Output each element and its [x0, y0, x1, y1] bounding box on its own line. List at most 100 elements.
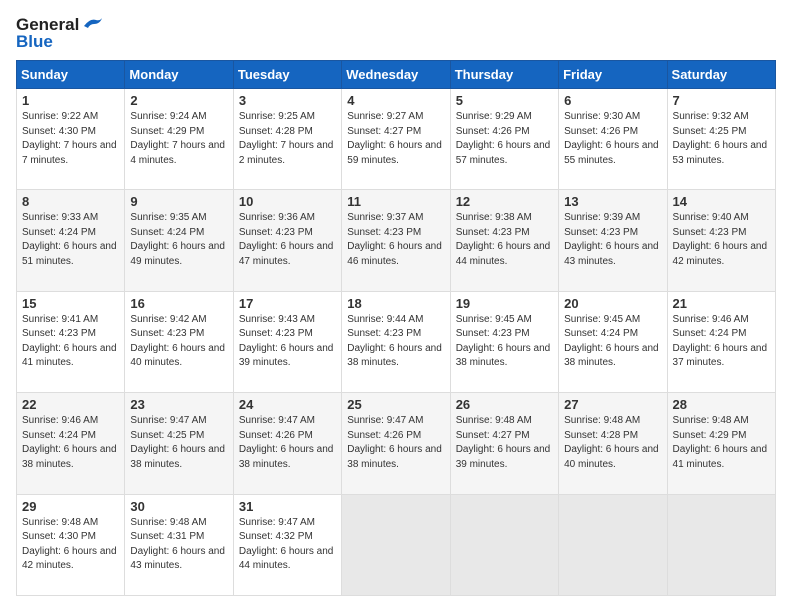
day-number: 1	[22, 93, 119, 108]
logo-text-block: General Blue	[16, 16, 104, 50]
day-number: 10	[239, 194, 336, 209]
day-info: Sunrise: 9:47 AM Sunset: 4:25 PM Dayligh…	[130, 414, 227, 472]
day-info: Sunrise: 9:48 AM Sunset: 4:30 PM Dayligh…	[22, 516, 119, 574]
calendar-cell: 8 Sunrise: 9:33 AM Sunset: 4:24 PM Dayli…	[17, 190, 125, 291]
header-friday: Friday	[559, 61, 667, 89]
sunset-label: Sunset: 4:26 PM	[239, 430, 313, 441]
sunset-label: Sunset: 4:23 PM	[22, 328, 96, 339]
sunrise-label: Sunrise: 9:45 AM	[564, 314, 640, 325]
calendar-cell: 2 Sunrise: 9:24 AM Sunset: 4:29 PM Dayli…	[125, 89, 233, 190]
logo-general: General	[16, 16, 104, 33]
header-monday: Monday	[125, 61, 233, 89]
sunrise-label: Sunrise: 9:42 AM	[130, 314, 206, 325]
daylight-label: Daylight: 6 hours and 47 minutes.	[239, 241, 334, 267]
calendar-cell	[667, 494, 775, 595]
daylight-label: Daylight: 6 hours and 43 minutes.	[564, 241, 659, 267]
sunset-label: Sunset: 4:31 PM	[130, 531, 204, 542]
daylight-label: Daylight: 6 hours and 38 minutes.	[347, 343, 442, 369]
sunset-label: Sunset: 4:28 PM	[564, 430, 638, 441]
daylight-label: Daylight: 6 hours and 41 minutes.	[673, 444, 768, 470]
calendar-cell	[450, 494, 558, 595]
daylight-label: Daylight: 7 hours and 2 minutes.	[239, 140, 334, 166]
sunset-label: Sunset: 4:27 PM	[347, 126, 421, 137]
daylight-label: Daylight: 6 hours and 59 minutes.	[347, 140, 442, 166]
logo-blue: Blue	[16, 33, 104, 50]
day-info: Sunrise: 9:45 AM Sunset: 4:23 PM Dayligh…	[456, 313, 553, 371]
day-info: Sunrise: 9:29 AM Sunset: 4:26 PM Dayligh…	[456, 110, 553, 168]
calendar-week-row: 15 Sunrise: 9:41 AM Sunset: 4:23 PM Dayl…	[17, 291, 776, 392]
day-info: Sunrise: 9:48 AM Sunset: 4:29 PM Dayligh…	[673, 414, 770, 472]
calendar-cell: 12 Sunrise: 9:38 AM Sunset: 4:23 PM Dayl…	[450, 190, 558, 291]
sunrise-label: Sunrise: 9:48 AM	[456, 415, 532, 426]
sunset-label: Sunset: 4:23 PM	[130, 328, 204, 339]
day-info: Sunrise: 9:46 AM Sunset: 4:24 PM Dayligh…	[673, 313, 770, 371]
sunrise-label: Sunrise: 9:36 AM	[239, 212, 315, 223]
daylight-label: Daylight: 6 hours and 39 minutes.	[456, 444, 551, 470]
calendar-cell	[559, 494, 667, 595]
day-info: Sunrise: 9:32 AM Sunset: 4:25 PM Dayligh…	[673, 110, 770, 168]
calendar-cell: 25 Sunrise: 9:47 AM Sunset: 4:26 PM Dayl…	[342, 393, 450, 494]
daylight-label: Daylight: 6 hours and 42 minutes.	[673, 241, 768, 267]
day-number: 31	[239, 499, 336, 514]
daylight-label: Daylight: 6 hours and 38 minutes.	[239, 444, 334, 470]
day-number: 15	[22, 296, 119, 311]
day-info: Sunrise: 9:48 AM Sunset: 4:28 PM Dayligh…	[564, 414, 661, 472]
header-tuesday: Tuesday	[233, 61, 341, 89]
daylight-label: Daylight: 6 hours and 38 minutes.	[130, 444, 225, 470]
sunset-label: Sunset: 4:23 PM	[456, 328, 530, 339]
calendar-week-row: 29 Sunrise: 9:48 AM Sunset: 4:30 PM Dayl…	[17, 494, 776, 595]
sunset-label: Sunset: 4:26 PM	[347, 430, 421, 441]
day-number: 20	[564, 296, 661, 311]
calendar-cell: 9 Sunrise: 9:35 AM Sunset: 4:24 PM Dayli…	[125, 190, 233, 291]
calendar-cell: 30 Sunrise: 9:48 AM Sunset: 4:31 PM Dayl…	[125, 494, 233, 595]
day-info: Sunrise: 9:24 AM Sunset: 4:29 PM Dayligh…	[130, 110, 227, 168]
day-info: Sunrise: 9:46 AM Sunset: 4:24 PM Dayligh…	[22, 414, 119, 472]
sunrise-label: Sunrise: 9:47 AM	[130, 415, 206, 426]
calendar-cell: 3 Sunrise: 9:25 AM Sunset: 4:28 PM Dayli…	[233, 89, 341, 190]
sunset-label: Sunset: 4:24 PM	[130, 227, 204, 238]
sunset-label: Sunset: 4:32 PM	[239, 531, 313, 542]
sunset-label: Sunset: 4:23 PM	[673, 227, 747, 238]
day-info: Sunrise: 9:36 AM Sunset: 4:23 PM Dayligh…	[239, 211, 336, 269]
day-info: Sunrise: 9:25 AM Sunset: 4:28 PM Dayligh…	[239, 110, 336, 168]
day-info: Sunrise: 9:22 AM Sunset: 4:30 PM Dayligh…	[22, 110, 119, 168]
daylight-label: Daylight: 6 hours and 44 minutes.	[456, 241, 551, 267]
calendar-cell: 26 Sunrise: 9:48 AM Sunset: 4:27 PM Dayl…	[450, 393, 558, 494]
daylight-label: Daylight: 6 hours and 40 minutes.	[564, 444, 659, 470]
day-number: 23	[130, 397, 227, 412]
day-number: 4	[347, 93, 444, 108]
day-info: Sunrise: 9:35 AM Sunset: 4:24 PM Dayligh…	[130, 211, 227, 269]
day-info: Sunrise: 9:43 AM Sunset: 4:23 PM Dayligh…	[239, 313, 336, 371]
calendar-cell: 24 Sunrise: 9:47 AM Sunset: 4:26 PM Dayl…	[233, 393, 341, 494]
daylight-label: Daylight: 6 hours and 46 minutes.	[347, 241, 442, 267]
day-number: 22	[22, 397, 119, 412]
day-number: 29	[22, 499, 119, 514]
sunset-label: Sunset: 4:29 PM	[673, 430, 747, 441]
calendar-cell: 5 Sunrise: 9:29 AM Sunset: 4:26 PM Dayli…	[450, 89, 558, 190]
day-info: Sunrise: 9:40 AM Sunset: 4:23 PM Dayligh…	[673, 211, 770, 269]
calendar-cell: 11 Sunrise: 9:37 AM Sunset: 4:23 PM Dayl…	[342, 190, 450, 291]
day-info: Sunrise: 9:44 AM Sunset: 4:23 PM Dayligh…	[347, 313, 444, 371]
calendar-week-row: 1 Sunrise: 9:22 AM Sunset: 4:30 PM Dayli…	[17, 89, 776, 190]
daylight-label: Daylight: 6 hours and 38 minutes.	[456, 343, 551, 369]
sunset-label: Sunset: 4:23 PM	[347, 227, 421, 238]
day-number: 9	[130, 194, 227, 209]
calendar-cell: 16 Sunrise: 9:42 AM Sunset: 4:23 PM Dayl…	[125, 291, 233, 392]
sunset-label: Sunset: 4:23 PM	[347, 328, 421, 339]
sunset-label: Sunset: 4:23 PM	[456, 227, 530, 238]
daylight-label: Daylight: 6 hours and 41 minutes.	[22, 343, 117, 369]
day-number: 12	[456, 194, 553, 209]
day-info: Sunrise: 9:39 AM Sunset: 4:23 PM Dayligh…	[564, 211, 661, 269]
sunrise-label: Sunrise: 9:43 AM	[239, 314, 315, 325]
day-number: 14	[673, 194, 770, 209]
sunset-label: Sunset: 4:30 PM	[22, 126, 96, 137]
calendar-cell: 14 Sunrise: 9:40 AM Sunset: 4:23 PM Dayl…	[667, 190, 775, 291]
calendar-cell: 15 Sunrise: 9:41 AM Sunset: 4:23 PM Dayl…	[17, 291, 125, 392]
header-wednesday: Wednesday	[342, 61, 450, 89]
daylight-label: Daylight: 6 hours and 37 minutes.	[673, 343, 768, 369]
sunset-label: Sunset: 4:24 PM	[22, 227, 96, 238]
calendar-cell: 10 Sunrise: 9:36 AM Sunset: 4:23 PM Dayl…	[233, 190, 341, 291]
sunrise-label: Sunrise: 9:47 AM	[347, 415, 423, 426]
day-info: Sunrise: 9:38 AM Sunset: 4:23 PM Dayligh…	[456, 211, 553, 269]
day-info: Sunrise: 9:33 AM Sunset: 4:24 PM Dayligh…	[22, 211, 119, 269]
